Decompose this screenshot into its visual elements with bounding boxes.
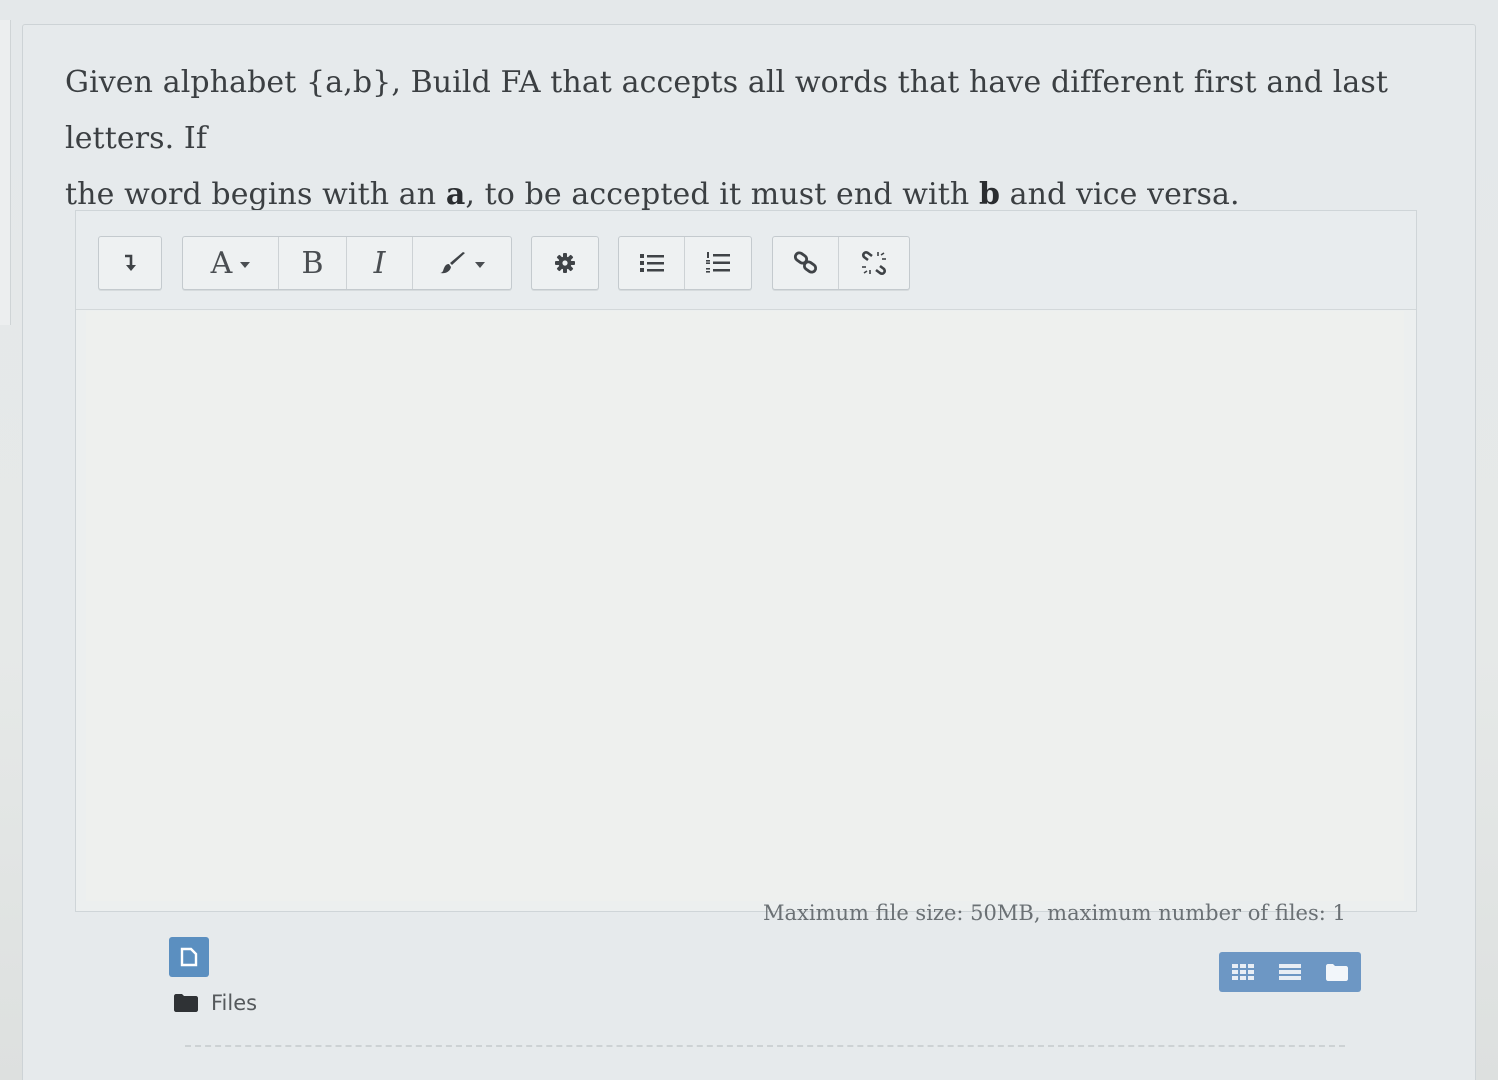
folder-icon xyxy=(174,994,198,1012)
chevron-down-icon xyxy=(240,262,251,268)
gear-icon xyxy=(555,253,575,273)
unlink-icon xyxy=(862,251,886,275)
style-button[interactable] xyxy=(413,237,511,289)
toolbar-group-collapse xyxy=(98,236,162,290)
files-label: Files xyxy=(211,991,258,1015)
chevron-down-icon xyxy=(475,262,485,268)
file-dropzone[interactable] xyxy=(185,1045,1345,1080)
bold-label: B xyxy=(301,245,324,281)
question-card: Given alphabet {a,b}, Build FA that acce… xyxy=(22,24,1476,1080)
question-line-2-middle: , to be accepted it must end with xyxy=(465,177,979,212)
link-button[interactable] xyxy=(773,237,839,289)
files-folder[interactable]: Files xyxy=(173,991,257,1015)
ordered-list-icon xyxy=(706,252,730,273)
grid-view-icon[interactable] xyxy=(1231,963,1255,981)
file-view-switcher xyxy=(1219,952,1361,992)
editor-toolbar: A B I xyxy=(76,211,1416,310)
toolbar-group-text: A B I xyxy=(182,236,512,290)
file-icon xyxy=(180,947,198,967)
editor-content-area[interactable] xyxy=(86,311,1404,901)
add-file-button[interactable] xyxy=(169,937,209,977)
toolbar-group-lists xyxy=(618,236,752,290)
bold-letter-b: b xyxy=(978,177,1001,212)
list-view-icon[interactable] xyxy=(1278,963,1302,981)
question-text: Given alphabet {a,b}, Build FA that acce… xyxy=(65,55,1445,223)
question-line-2-end: and vice versa. xyxy=(1000,177,1240,212)
folder-view-icon[interactable] xyxy=(1325,962,1349,982)
paint-brush-icon xyxy=(440,252,465,274)
settings-button[interactable] xyxy=(532,237,598,289)
bold-button[interactable]: B xyxy=(279,237,347,289)
italic-label: I xyxy=(373,245,386,281)
toolbar-group-links xyxy=(772,236,910,290)
italic-button[interactable]: I xyxy=(347,237,413,289)
file-limit-note: Maximum file size: 50MB, maximum number … xyxy=(763,901,1346,925)
link-icon xyxy=(793,251,817,274)
paragraph-style-button[interactable]: A xyxy=(183,237,279,289)
answer-editor: A B I xyxy=(75,210,1417,912)
unlink-button[interactable] xyxy=(839,237,909,289)
page: Given alphabet {a,b}, Build FA that acce… xyxy=(0,0,1498,1080)
font-style-icon: A xyxy=(210,245,233,281)
unordered-list-icon xyxy=(639,254,664,272)
arrow-down-icon xyxy=(125,254,136,271)
unordered-list-button[interactable] xyxy=(619,237,685,289)
toolbar-group-settings xyxy=(531,236,599,290)
question-line-2-start: the word begins with an xyxy=(65,177,446,212)
question-line-1: Given alphabet {a,b}, Build FA that acce… xyxy=(65,65,1389,156)
bold-letter-a: a xyxy=(445,177,466,212)
collapse-toolbar-button[interactable] xyxy=(99,237,161,289)
ordered-list-button[interactable] xyxy=(685,237,751,289)
left-panel-tab xyxy=(0,20,11,325)
